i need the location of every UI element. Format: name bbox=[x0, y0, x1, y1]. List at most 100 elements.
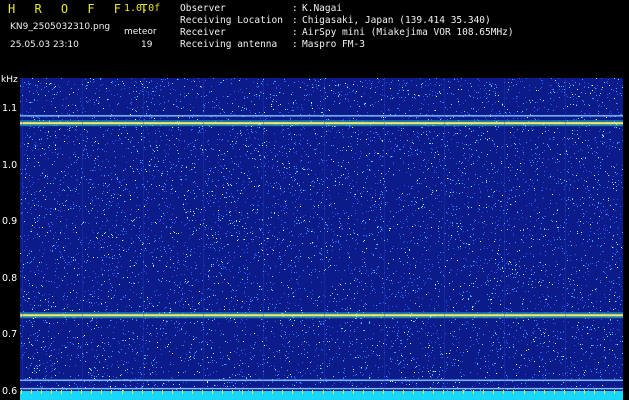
minute-divider bbox=[82, 78, 83, 400]
bottom-tick bbox=[31, 390, 32, 394]
info-sep: : bbox=[292, 39, 298, 50]
bottom-tick bbox=[554, 390, 555, 394]
bottom-tick bbox=[584, 390, 585, 394]
minute-divider bbox=[504, 78, 505, 400]
bottom-tick bbox=[122, 390, 123, 394]
info-value: Chigasaki, Japan (139.414 35.340) bbox=[302, 15, 491, 26]
carrier-trace bbox=[20, 387, 623, 390]
bottom-tick bbox=[524, 390, 525, 394]
bottom-tick bbox=[544, 390, 545, 394]
bottom-tick bbox=[71, 390, 72, 394]
bottom-tick bbox=[242, 390, 243, 394]
bottom-tick bbox=[222, 390, 223, 394]
bottom-tick bbox=[111, 390, 112, 394]
bottom-tick bbox=[503, 390, 504, 394]
spectrogram-svg bbox=[20, 78, 623, 400]
bottom-tick bbox=[604, 390, 605, 394]
bottom-tick bbox=[534, 390, 535, 394]
bottom-tick bbox=[61, 390, 62, 394]
bottom-tick bbox=[282, 390, 283, 394]
file-name: KN9_2505032310.png bbox=[10, 22, 111, 32]
info-row-observer: Observer : K.Nagai bbox=[180, 3, 514, 15]
bottom-tick bbox=[363, 390, 364, 394]
y-tick-label: 1.0 bbox=[2, 159, 18, 171]
bottom-tick bbox=[182, 390, 183, 394]
bottom-tick bbox=[353, 390, 354, 394]
bottom-tick bbox=[162, 390, 163, 394]
bottom-tick bbox=[202, 390, 203, 394]
bottom-tick bbox=[413, 390, 414, 394]
bottom-tick bbox=[433, 390, 434, 394]
meteor-count-label: meteor bbox=[124, 27, 157, 37]
carrier-trace bbox=[20, 114, 623, 117]
bottom-tick bbox=[41, 390, 42, 394]
minute-divider bbox=[565, 78, 566, 400]
bottom-tick bbox=[393, 390, 394, 394]
info-sep: : bbox=[292, 3, 298, 14]
bottom-tick bbox=[302, 390, 303, 394]
bottom-tick bbox=[132, 390, 133, 394]
bottom-tick bbox=[343, 390, 344, 394]
app-version: 1.0.0f bbox=[124, 3, 161, 14]
bottom-band bbox=[20, 391, 623, 400]
minute-divider bbox=[384, 78, 385, 400]
bottom-tick bbox=[473, 390, 474, 394]
info-value: AirSpy mini (Miakejima VOR 108.65MHz) bbox=[302, 27, 514, 38]
bottom-tick bbox=[423, 390, 424, 394]
bottom-tick bbox=[594, 390, 595, 394]
bottom-tick bbox=[262, 390, 263, 394]
bottom-tick bbox=[373, 390, 374, 394]
bottom-tick bbox=[312, 390, 313, 394]
minute-divider bbox=[324, 78, 325, 400]
bottom-tick bbox=[614, 390, 615, 394]
bottom-tick bbox=[403, 390, 404, 394]
bottom-tick bbox=[252, 390, 253, 394]
bottom-tick bbox=[383, 390, 384, 394]
carrier-trace bbox=[20, 120, 623, 127]
minute-divider bbox=[263, 78, 264, 400]
bottom-tick bbox=[21, 390, 22, 394]
carrier-trace bbox=[20, 379, 623, 382]
info-key: Receiver bbox=[180, 27, 226, 38]
info-row-antenna: Receiving antenna : Maspro FM-3 bbox=[180, 39, 514, 51]
bottom-tick bbox=[574, 390, 575, 394]
bottom-tick bbox=[333, 390, 334, 394]
info-value: K.Nagai bbox=[302, 3, 343, 14]
bottom-tick bbox=[493, 390, 494, 394]
bottom-tick bbox=[292, 390, 293, 394]
info-sep: : bbox=[292, 27, 298, 38]
info-row-location: Receiving Location : Chigasaki, Japan (1… bbox=[180, 15, 514, 27]
y-tick-label: 0.7 bbox=[2, 329, 18, 341]
bottom-tick bbox=[101, 390, 102, 394]
bottom-tick bbox=[81, 390, 82, 394]
capture-datetime: 25.05.03 23:10 bbox=[10, 40, 79, 50]
bottom-tick bbox=[51, 390, 52, 394]
bottom-tick bbox=[142, 390, 143, 394]
bottom-tick bbox=[192, 390, 193, 394]
bottom-tick bbox=[564, 390, 565, 394]
info-sep: : bbox=[292, 15, 298, 26]
info-key: Observer bbox=[180, 3, 226, 14]
bottom-tick bbox=[212, 390, 213, 394]
bottom-tick bbox=[463, 390, 464, 394]
minute-divider bbox=[143, 78, 144, 400]
bottom-tick bbox=[443, 390, 444, 394]
y-tick-label: 0.8 bbox=[2, 272, 18, 284]
y-tick-label: 1.1 bbox=[2, 103, 18, 115]
carrier-trace bbox=[20, 312, 623, 319]
info-value: Maspro FM-3 bbox=[302, 39, 365, 50]
info-key: Receiving Location bbox=[180, 15, 283, 26]
bottom-tick bbox=[323, 390, 324, 394]
minute-divider bbox=[22, 78, 23, 400]
minute-divider bbox=[444, 78, 445, 400]
meteor-count-value: 19 bbox=[141, 40, 153, 50]
minute-divider bbox=[203, 78, 204, 400]
bottom-tick bbox=[272, 390, 273, 394]
bottom-tick bbox=[91, 390, 92, 394]
y-axis-unit: kHz bbox=[1, 75, 18, 85]
station-info: Observer : K.Nagai Receiving Location : … bbox=[180, 3, 514, 51]
spectrogram bbox=[20, 78, 623, 400]
y-tick-label: 0.9 bbox=[2, 216, 18, 228]
info-row-receiver: Receiver : AirSpy mini (Miakejima VOR 10… bbox=[180, 27, 514, 39]
info-key: Receiving antenna bbox=[180, 39, 278, 50]
